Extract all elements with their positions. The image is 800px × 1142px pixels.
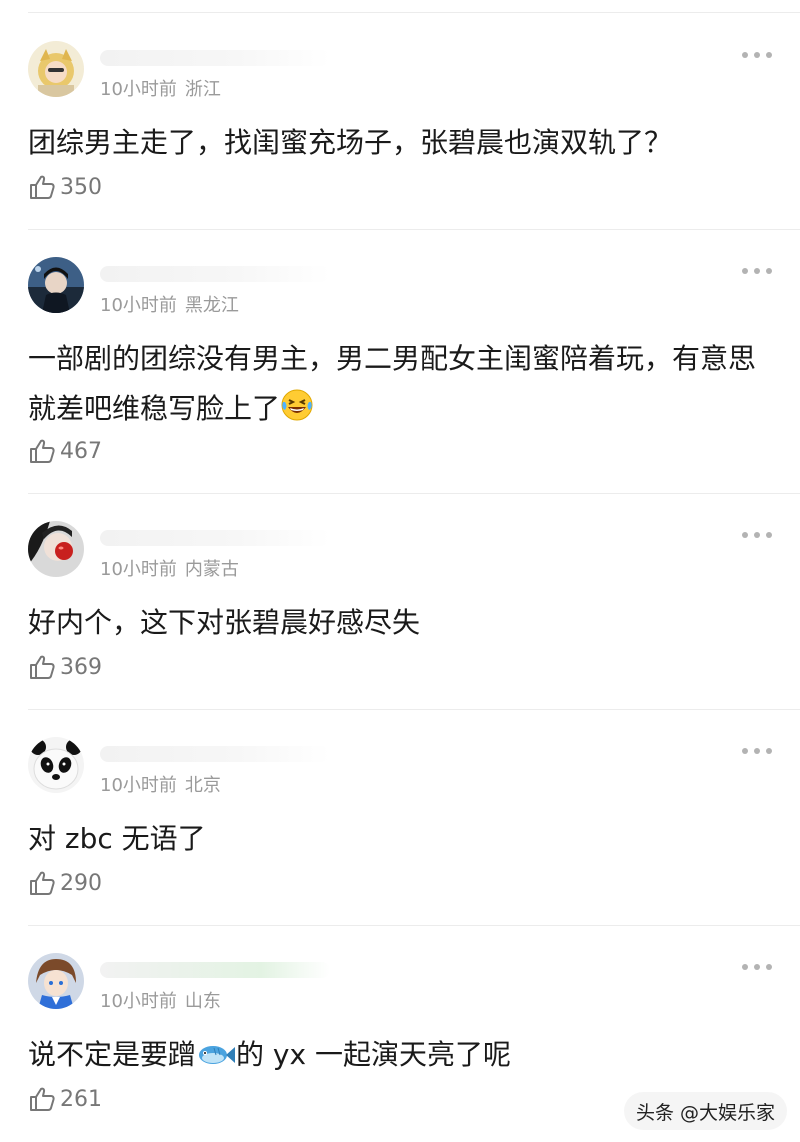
comment-item: 10小时前 黑龙江 一部剧的团综没有男主，男二男配女主闺蜜陪着玩，有意思就差吧维稳… <box>0 230 800 494</box>
fish-emoji-icon <box>199 1046 236 1064</box>
thumbs-up-icon <box>30 655 55 679</box>
username-blurred <box>100 962 330 978</box>
thumbs-up-icon <box>30 871 55 895</box>
like-count: 290 <box>60 870 102 896</box>
comment-item: 10小时前 北京 对 zbc 无语了 290 <box>0 710 800 926</box>
comment-text: 团综男主走了，找闺蜜充场子，张碧晨也演双轨了？ <box>28 126 673 159</box>
watermark: 头条 @大娱乐家 <box>624 1092 788 1130</box>
like-button[interactable]: 369 <box>28 652 102 682</box>
location: 黑龙江 <box>184 295 239 316</box>
comment-meta: 10小时前 浙江 <box>100 75 221 101</box>
comment-text-content: 一部剧的团综没有男主，男二男配女主闺蜜陪着玩，有意思就差吧维稳写脸上了 <box>28 342 757 425</box>
username-blurred <box>100 530 330 546</box>
thumbs-up-icon <box>30 175 55 199</box>
timestamp: 10小时前 <box>100 991 177 1012</box>
like-count: 467 <box>60 438 102 464</box>
timestamp: 10小时前 <box>100 79 177 100</box>
thumbs-up-icon <box>30 1087 55 1111</box>
comment-text: 好内个，这下对张碧晨好感尽失 <box>28 606 421 639</box>
more-dots-icon[interactable] <box>742 746 772 756</box>
avatar[interactable] <box>28 953 84 1009</box>
location: 浙江 <box>184 79 221 100</box>
like-count: 369 <box>60 654 102 680</box>
timestamp: 10小时前 <box>100 775 177 796</box>
username-blurred <box>100 266 330 282</box>
comment-meta: 10小时前 北京 <box>100 771 221 797</box>
avatar[interactable] <box>28 521 84 577</box>
username-blurred <box>100 746 330 762</box>
comment-item: 10小时前 内蒙古 好内个，这下对张碧晨好感尽失 369 <box>0 494 800 710</box>
comment-text-before: 说不定是要蹭 <box>28 1038 197 1071</box>
comment-meta: 10小时前 内蒙古 <box>100 555 239 581</box>
timestamp: 10小时前 <box>100 295 177 316</box>
avatar[interactable] <box>28 257 84 313</box>
like-count: 261 <box>60 1086 102 1112</box>
comment-text: 一部剧的团综没有男主，男二男配女主闺蜜陪着玩，有意思就差吧维稳写脸上了 <box>28 334 768 434</box>
comment-meta: 10小时前 山东 <box>100 987 221 1013</box>
avatar[interactable] <box>28 737 84 793</box>
like-button[interactable]: 350 <box>28 172 102 202</box>
avatar[interactable] <box>28 41 84 97</box>
comment-text: 对 zbc 无语了 <box>28 822 206 855</box>
top-divider <box>28 12 800 13</box>
comment-text: 说不定是要蹭 的 yx 一起演天亮了呢 <box>28 1030 768 1080</box>
timestamp: 10小时前 <box>100 559 177 580</box>
more-dots-icon[interactable] <box>742 50 772 60</box>
laughing-tears-emoji-icon <box>281 389 313 421</box>
like-button[interactable]: 467 <box>28 436 102 466</box>
username-blurred <box>100 50 330 66</box>
comment-meta: 10小时前 黑龙江 <box>100 291 239 317</box>
location: 内蒙古 <box>184 559 239 580</box>
more-dots-icon[interactable] <box>742 266 772 276</box>
comment-text-after: 的 yx 一起演天亮了呢 <box>236 1038 511 1071</box>
thumbs-up-icon <box>30 439 55 463</box>
location: 北京 <box>184 775 221 796</box>
more-dots-icon[interactable] <box>742 530 772 540</box>
more-dots-icon[interactable] <box>742 962 772 972</box>
like-count: 350 <box>60 174 102 200</box>
comment-item: 10小时前 浙江 团综男主走了，找闺蜜充场子，张碧晨也演双轨了？ 350 <box>0 14 800 230</box>
like-button[interactable]: 290 <box>28 868 102 898</box>
like-button[interactable]: 261 <box>28 1084 102 1114</box>
location: 山东 <box>184 991 221 1012</box>
